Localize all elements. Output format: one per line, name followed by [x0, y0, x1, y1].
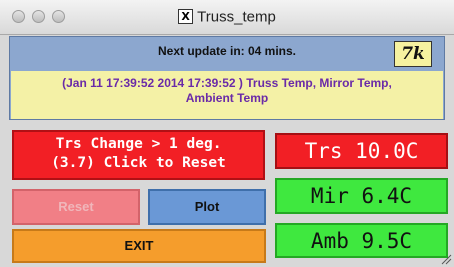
x-window-icon: X: [178, 9, 194, 25]
truss-temp-readout: Trs 10.0C: [275, 133, 448, 169]
window-title-group: X Truss_temp: [0, 8, 454, 26]
reset-button[interactable]: Reset: [12, 189, 140, 225]
window-title: Truss_temp: [197, 8, 276, 26]
plot-button[interactable]: Plot: [148, 189, 266, 225]
title-bar: X Truss_temp: [0, 0, 454, 35]
logo-badge: 7k: [394, 41, 432, 67]
temp-change-reset-button[interactable]: Trs Change > 1 deg. (3.7) Click to Reset: [12, 130, 265, 180]
status-panel: Next update in: 04 mins. 7k (Jan 11 17:3…: [9, 36, 445, 120]
ambient-temp-readout: Amb 9.5C: [275, 223, 448, 258]
change-message: (Jan 11 17:39:52 2014 17:39:52 ) Truss T…: [11, 71, 443, 119]
change-message-line-1: (Jan 11 17:39:52 2014 17:39:52 ) Truss T…: [62, 76, 392, 90]
alert-line-1: Trs Change > 1 deg.: [55, 136, 222, 152]
resize-grip-icon[interactable]: [440, 253, 452, 265]
change-message-line-2: Ambient Temp: [185, 91, 269, 105]
mirror-temp-readout: Mir 6.4C: [275, 178, 448, 214]
next-update-label: Next update in: 04 mins.: [157, 44, 297, 58]
alert-line-2: (3.7) Click to Reset: [51, 155, 226, 171]
truss-temp-window: X Truss_temp Next update in: 04 mins. 7k …: [0, 0, 454, 267]
exit-button[interactable]: EXIT: [12, 229, 266, 263]
